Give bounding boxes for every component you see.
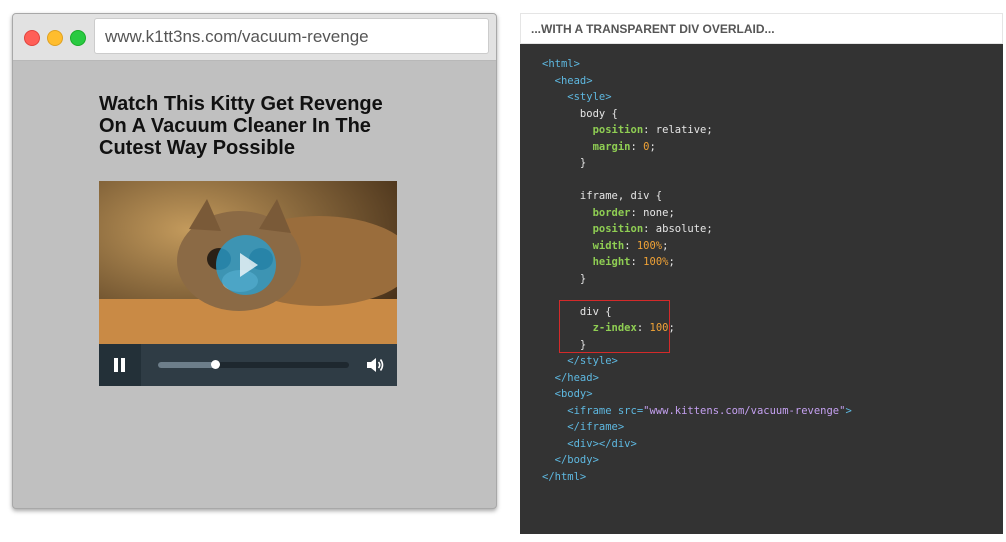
- code-token: "www.kittens.com/vacuum-revenge": [643, 404, 846, 417]
- code-line: margin: 0;: [542, 139, 852, 156]
- code-token: body {: [542, 107, 618, 120]
- code-token: ;: [668, 256, 675, 268]
- code-token: : none;: [630, 206, 675, 219]
- code-line: position: relative;: [542, 122, 852, 139]
- progress-fill: [158, 362, 216, 368]
- code-line: <iframe src="www.kittens.com/vacuum-reve…: [542, 403, 852, 420]
- code-token: >: [845, 404, 852, 417]
- code-panel: ...WITH A TRANSPARENT DIV OVERLAID... <h…: [520, 13, 1003, 534]
- volume-icon[interactable]: [366, 355, 384, 375]
- code-token: </html>: [542, 470, 587, 483]
- code-token: <html>: [542, 58, 580, 70]
- code-token: : relative;: [643, 124, 713, 136]
- address-bar[interactable]: www.k1tt3ns.com/vacuum-revenge: [94, 18, 489, 54]
- maximize-window-button[interactable]: [70, 30, 86, 46]
- code-token: <body>: [542, 388, 593, 400]
- pause-icon: [114, 358, 118, 372]
- code-token: ;: [662, 239, 669, 252]
- code-token: </style>: [542, 355, 618, 367]
- progress-bar[interactable]: [158, 360, 349, 369]
- code-line: <body>: [542, 386, 852, 403]
- browser-mockup: www.k1tt3ns.com/vacuum-revenge Watch Thi…: [12, 13, 497, 509]
- code-token: width: [592, 239, 625, 252]
- code-line: width: 100%;: [542, 238, 852, 255]
- code-line: }: [542, 271, 852, 288]
- code-token: }: [542, 157, 587, 169]
- code-line: border: none;: [542, 205, 852, 222]
- code-token: :: [630, 140, 644, 153]
- pause-button[interactable]: [99, 344, 141, 386]
- close-window-button[interactable]: [24, 30, 40, 46]
- code-line: </body>: [542, 452, 852, 469]
- code-token: margin: [592, 140, 631, 153]
- code-token: ;: [649, 140, 656, 153]
- panel-title: ...WITH A TRANSPARENT DIV OVERLAID...: [520, 13, 1003, 44]
- code-line: <style>: [542, 89, 852, 106]
- minimize-window-button[interactable]: [47, 30, 63, 46]
- code-token: iframe, div {: [542, 190, 663, 202]
- code-token: </iframe>: [542, 421, 625, 433]
- code-token: </head>: [542, 371, 599, 384]
- code-token: <style>: [542, 91, 612, 103]
- code-token: }: [542, 272, 587, 285]
- code-token: border: [592, 206, 631, 219]
- code-token: 100%: [643, 256, 669, 268]
- code-block: <html> <head> <style> body { position: r…: [542, 56, 852, 485]
- article-headline: Watch This Kitty Get Revenge On A Vacuum…: [99, 93, 383, 159]
- play-button[interactable]: [216, 235, 276, 295]
- code-token: height: [592, 256, 631, 268]
- code-line: </style>: [542, 353, 852, 370]
- highlight-box: [559, 300, 670, 353]
- code-line: </head>: [542, 370, 852, 387]
- video-controls: [99, 344, 397, 386]
- code-line: <div></div>: [542, 436, 852, 453]
- code-line: }: [542, 155, 852, 172]
- code-token: :: [630, 256, 644, 268]
- code-token: position: [592, 223, 644, 235]
- video-player[interactable]: [99, 181, 397, 386]
- code-token: </body>: [542, 454, 599, 466]
- code-token: <iframe: [542, 404, 618, 417]
- browser-titlebar: www.k1tt3ns.com/vacuum-revenge: [13, 14, 496, 61]
- code-token: <div></div>: [542, 437, 637, 450]
- code-token: :: [624, 239, 637, 252]
- play-icon: [240, 253, 258, 277]
- code-line: position: absolute;: [542, 221, 852, 238]
- code-line: iframe, div {: [542, 188, 852, 205]
- code-token: <head>: [542, 74, 593, 87]
- progress-handle[interactable]: [211, 360, 221, 369]
- code-token: src=: [617, 404, 644, 417]
- code-line: </iframe>: [542, 419, 852, 436]
- code-line: height: 100%;: [542, 254, 852, 271]
- code-line: body {: [542, 106, 852, 123]
- code-token: 100%: [636, 239, 663, 252]
- code-line: <head>: [542, 73, 852, 90]
- code-token: position: [592, 124, 644, 136]
- code-line: </html>: [542, 469, 852, 486]
- code-line: <html>: [542, 56, 852, 73]
- code-token: : absolute;: [643, 223, 713, 235]
